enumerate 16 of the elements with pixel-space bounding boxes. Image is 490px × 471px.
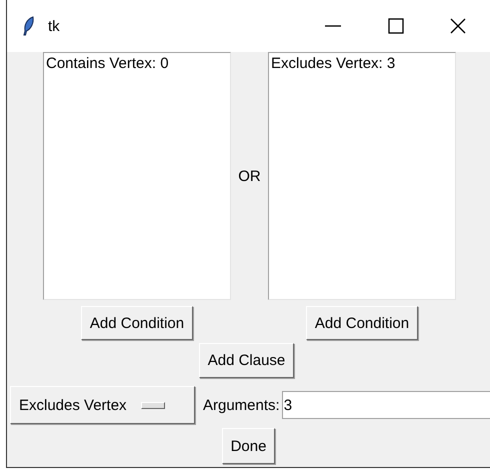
arguments-field[interactable]: 3 — [282, 391, 490, 419]
or-label: OR — [238, 168, 261, 184]
maximize-icon[interactable] — [388, 18, 404, 34]
done-button[interactable]: Done — [222, 428, 276, 464]
close-icon[interactable] — [450, 18, 466, 34]
clause-list[interactable]: Contains Vertex: 0 — [43, 52, 231, 300]
feather-icon — [23, 16, 35, 36]
list-item[interactable]: Excludes Vertex: 3 — [271, 55, 453, 73]
add-clause-button[interactable]: Add Clause — [198, 343, 294, 378]
list-item[interactable]: Contains Vertex: 0 — [46, 55, 228, 73]
window-title: tk — [48, 18, 60, 34]
arguments-label: Arguments: — [203, 396, 280, 414]
clause-list[interactable]: Excludes Vertex: 3 — [268, 52, 456, 300]
condition-dropdown[interactable]: Excludes Vertex — [10, 386, 195, 424]
add-condition-button[interactable]: Add Condition — [306, 306, 418, 340]
add-condition-button[interactable]: Add Condition — [80, 306, 194, 340]
